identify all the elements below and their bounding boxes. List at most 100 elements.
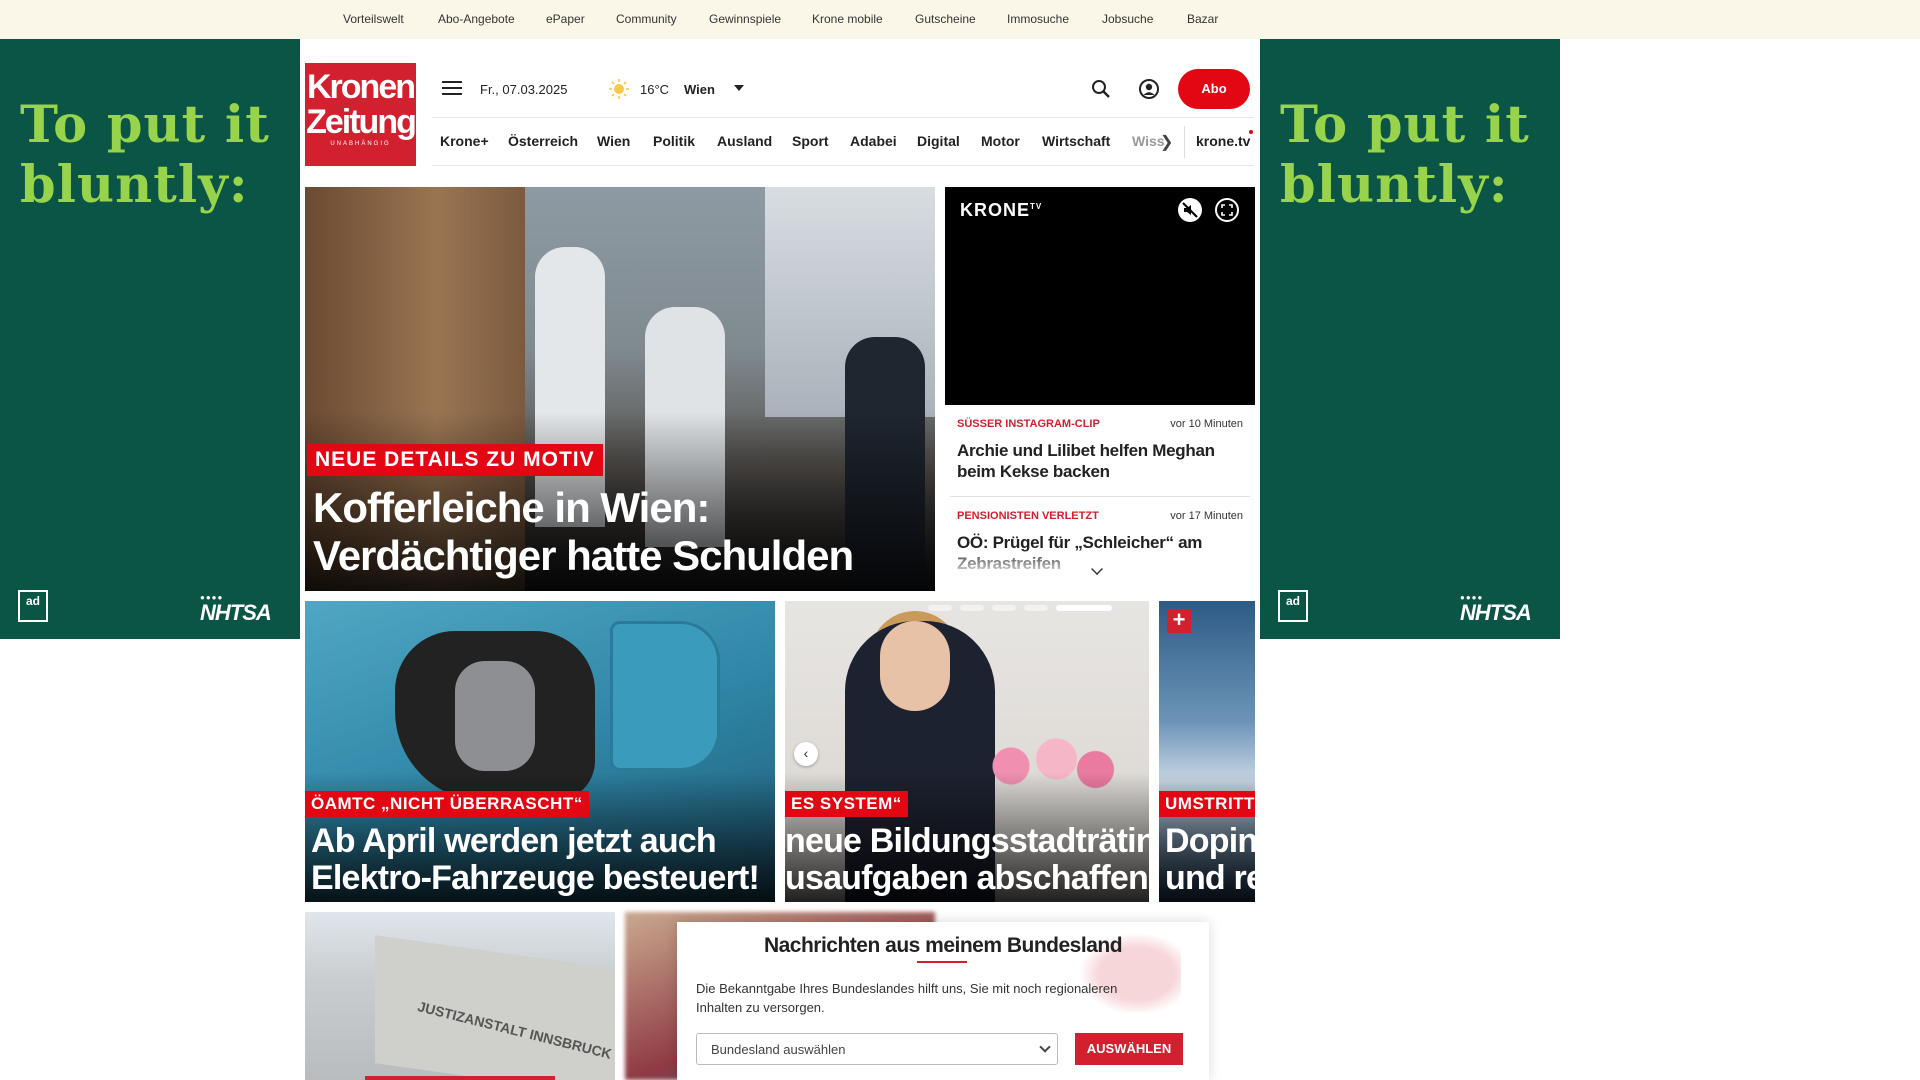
carousel-dot[interactable] (928, 605, 952, 611)
link-epaper[interactable]: ePaper (546, 12, 585, 26)
carousel-dot[interactable] (960, 605, 984, 611)
carousel-dot[interactable] (1024, 605, 1048, 611)
link-bazar[interactable]: Bazar (1187, 12, 1218, 26)
city-dropdown-icon[interactable] (734, 85, 744, 91)
link-gewinnspiele[interactable]: Gewinnspiele (709, 12, 781, 26)
nav-item-wirtschaft[interactable]: Wirtschaft (1042, 133, 1110, 149)
abo-button[interactable]: Abo (1178, 69, 1250, 109)
logo-line-2: Zeitung (306, 103, 417, 141)
card-image-plug (455, 661, 535, 771)
ticker-kicker: SÜSSER INSTAGRAM-CLIP (957, 418, 1100, 430)
nav-item-politik[interactable]: Politik (653, 133, 695, 149)
ad-left[interactable]: To put it bluntly: ad ●●●● NHTSA (0, 39, 300, 639)
card-image-face (880, 621, 950, 711)
story-card-prison[interactable]: JUSTIZANSTALT INNSBRUCK (305, 912, 615, 1080)
card-kicker: ES SYSTEM“ (785, 791, 908, 817)
card-headline-line: Elektro-Fahrzeuge besteuert! (311, 859, 760, 897)
hero-story[interactable]: NEUE DETAILS ZU MOTIV Kofferleiche in Wi… (305, 187, 935, 591)
card-image-wall (375, 935, 615, 1080)
card-headline[interactable]: Doping und re (1165, 823, 1255, 897)
card-headline[interactable]: Ab April werden jetzt auch Elektro-Fahrz… (311, 822, 760, 897)
card-image-flap (610, 621, 720, 771)
bundesland-select[interactable]: Bundesland auswählen (696, 1033, 1058, 1065)
ticker-item[interactable]: SÜSSER INSTAGRAM-CLIP vor 10 Minuten Arc… (957, 418, 1243, 493)
nhtsa-label: NHTSA (1460, 600, 1532, 625)
nav-item-krone-tv[interactable]: krone.tv (1196, 133, 1250, 149)
fullscreen-icon[interactable] (1215, 198, 1239, 222)
card-headline-line: Ab April werden jetzt auch (311, 822, 717, 860)
live-indicator-dot (1249, 130, 1253, 134)
card-headline[interactable]: neue Bildungsstadträtin usaufgaben absch… (785, 823, 1149, 897)
krone-plus-icon: + (1167, 609, 1191, 633)
nhtsa-label: NHTSA (200, 600, 272, 625)
nav-item-digital[interactable]: Digital (917, 133, 960, 149)
nav-divider (1184, 126, 1185, 158)
story-card-carousel[interactable]: ES SYSTEM“ neue Bildungsstadträtin usauf… (785, 601, 1149, 902)
chevron-down-icon (1039, 1041, 1051, 1053)
bundesland-popup: Nachrichten aus meinem Bundesland Die Be… (677, 922, 1209, 1080)
nav-item-motor[interactable]: Motor (981, 133, 1020, 149)
nav-scroll-right-icon[interactable]: ❯ (1160, 132, 1173, 152)
mute-icon[interactable] (1178, 198, 1202, 222)
ad-council-logo: ad (18, 590, 48, 622)
link-immosuche[interactable]: Immosuche (1007, 12, 1069, 26)
link-vorteilswelt[interactable]: Vorteilswelt (343, 12, 404, 26)
popup-title-underline (917, 961, 967, 963)
weather-city[interactable]: Wien (684, 82, 715, 97)
card-headline-line: und re (1165, 859, 1255, 897)
ad-council-logo: ad (1278, 590, 1308, 622)
card-headline-line: neue Bildungsstadträtin (785, 822, 1149, 860)
carousel-dot[interactable] (992, 605, 1016, 611)
ad-right[interactable]: To put it bluntly: ad ●●●● NHTSA (1260, 39, 1560, 639)
ticker-fade (950, 548, 1250, 578)
sun-icon (609, 79, 629, 99)
card-headline-line: usaufgaben abschaffen (785, 859, 1149, 897)
nav-item-oesterreich[interactable]: Österreich (508, 133, 578, 149)
popup-title: Nachrichten aus meinem Bundesland (763, 934, 1123, 957)
ticker-kicker: PENSIONISTEN VERLETZT (957, 510, 1099, 522)
nav-item-adabei[interactable]: Adabei (850, 133, 897, 149)
card-kicker-bar (365, 1076, 555, 1080)
nhtsa-logo: ●●●● NHTSA (200, 593, 272, 625)
weather-temperature: 16°C (640, 82, 670, 97)
hero-kicker: NEUE DETAILS ZU MOTIV (307, 444, 603, 476)
kronen-zeitung-logo[interactable]: Kronen Zeitung UNABHÄNGIG (305, 63, 417, 166)
ticker-title[interactable]: Archie und Lilibet helfen Meghan beim Ke… (957, 440, 1243, 482)
header-date: Fr., 07.03.2025 (480, 82, 568, 97)
menu-icon[interactable] (442, 81, 462, 97)
ticker-divider (950, 496, 1250, 497)
link-jobsuche[interactable]: Jobsuche (1102, 12, 1153, 26)
link-abo-angebote[interactable]: Abo-Angebote (438, 12, 515, 26)
logo-line-1: Kronen (307, 68, 416, 106)
nav-item-ausland[interactable]: Ausland (717, 133, 772, 149)
search-icon[interactable] (1090, 78, 1112, 100)
krone-tv-player[interactable]: KRONETV (945, 187, 1255, 405)
section-nav: Krone+ Österreich Wien Politik Ausland S… (432, 117, 1254, 166)
card-headline-line: Doping (1165, 822, 1255, 860)
ticker-time: vor 10 Minuten (1170, 418, 1243, 430)
ad-left-text: To put it bluntly: (20, 95, 270, 215)
ticker-time: vor 17 Minuten (1170, 510, 1243, 522)
krone-tv-sup: TV (1030, 202, 1043, 211)
krone-tv-logo: KRONETV (960, 200, 1042, 221)
nav-item-krone-plus[interactable]: Krone+ (440, 133, 489, 149)
link-community[interactable]: Community (616, 12, 677, 26)
nav-item-sport[interactable]: Sport (792, 133, 829, 149)
card-kicker: UMSTRITT (1159, 791, 1255, 817)
popup-text: Die Bekanntgabe Ihres Bundeslandes hilft… (696, 981, 1118, 1015)
carousel-dot-active[interactable] (1056, 605, 1112, 611)
krone-tv-brand: KRONE (960, 200, 1031, 220)
account-icon[interactable] (1138, 78, 1160, 100)
hero-headline[interactable]: Kofferleiche in Wien: Verdächtiger hatte… (313, 484, 923, 580)
ad-right-text: To put it bluntly: (1280, 95, 1530, 215)
auswaehlen-button[interactable]: AUSWÄHLEN (1075, 1033, 1183, 1065)
link-krone-mobile[interactable]: Krone mobile (812, 12, 883, 26)
story-card-ev-tax[interactable]: ÖAMTC „NICHT ÜBERRASCHT“ Ab April werden… (305, 601, 775, 902)
link-gutscheine[interactable]: Gutscheine (915, 12, 976, 26)
logo-tagline: UNABHÄNGIG (330, 141, 391, 147)
nav-item-wien[interactable]: Wien (597, 133, 630, 149)
bundesland-select-value: Bundesland auswählen (711, 1042, 846, 1057)
carousel-prev-icon[interactable]: ‹ (794, 742, 818, 766)
story-card-doping[interactable]: UMSTRITT Doping und re (1159, 601, 1255, 902)
nhtsa-logo: ●●●● NHTSA (1460, 593, 1532, 625)
